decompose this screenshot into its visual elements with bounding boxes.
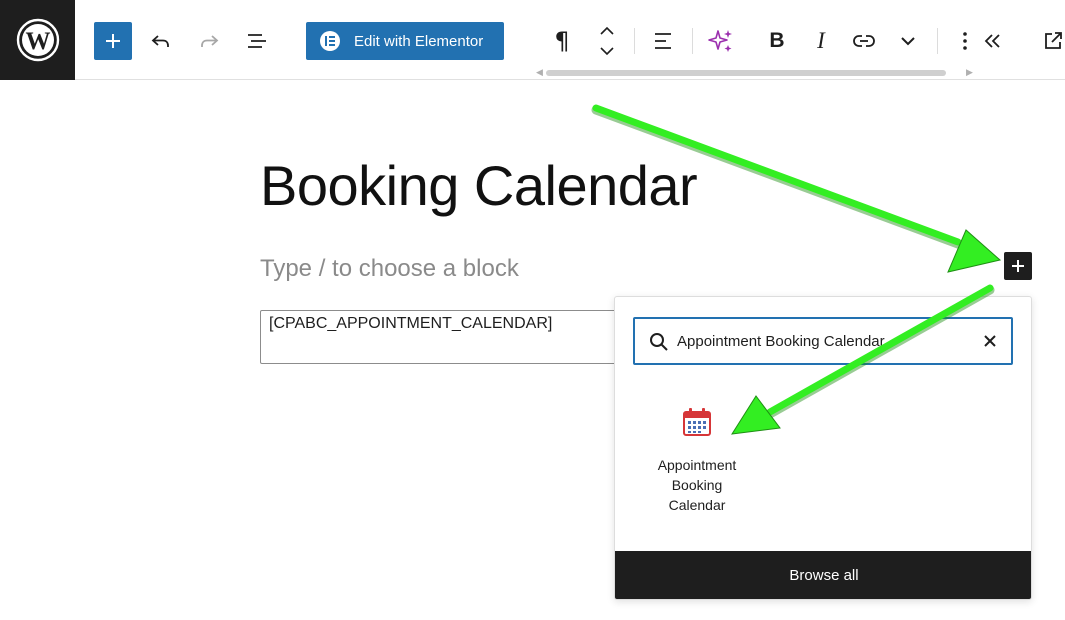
calendar-icon <box>683 408 711 436</box>
align-button[interactable] <box>644 22 682 60</box>
link-button[interactable] <box>845 22 883 60</box>
toolbar-scrollbar[interactable] <box>546 70 946 76</box>
undo-button[interactable] <box>142 22 180 60</box>
list-view-button[interactable] <box>238 22 276 60</box>
block-search-input[interactable] <box>677 319 967 363</box>
scroll-right-icon[interactable]: ▶ <box>966 68 973 78</box>
wordpress-logo[interactable]: W <box>0 0 75 80</box>
page-title[interactable]: Booking Calendar <box>260 153 698 218</box>
toolbar-divider <box>634 28 635 54</box>
bold-icon: B <box>769 29 785 52</box>
external-link-icon <box>1045 32 1062 49</box>
paragraph-icon: ¶ <box>554 27 570 55</box>
elementor-icon <box>320 31 340 51</box>
edit-with-elementor-label: Edit with Elementor <box>354 32 484 50</box>
toolbar-divider <box>937 28 938 54</box>
undo-icon <box>151 35 169 47</box>
close-icon[interactable] <box>981 332 999 350</box>
plus-icon <box>1012 260 1024 272</box>
block-search-field[interactable] <box>633 317 1013 365</box>
link-icon <box>853 35 875 47</box>
scroll-left-icon[interactable]: ◀ <box>536 68 543 78</box>
collapse-toolbar-button[interactable] <box>974 22 1012 60</box>
inline-inserter-button[interactable] <box>1004 252 1032 280</box>
block-inserter-button[interactable] <box>94 22 132 60</box>
ai-assistant-button[interactable] <box>702 22 740 60</box>
collapse-icon <box>984 34 1000 48</box>
list-view-icon <box>248 34 266 48</box>
block-inserter-popover: Appointment Booking Calendar Browse all <box>614 296 1032 600</box>
plus-icon <box>106 34 120 48</box>
toolbar-divider <box>692 28 693 54</box>
chevron-down-icon <box>901 37 915 46</box>
svg-text:W: W <box>25 28 50 55</box>
shortcode-block[interactable]: [CPABC_APPOINTMENT_CALENDAR] <box>260 310 620 364</box>
more-rich-text-button[interactable] <box>889 22 927 60</box>
redo-icon <box>201 35 219 47</box>
view-post-button[interactable] <box>1034 22 1065 60</box>
move-updown-icon <box>600 26 614 56</box>
edit-with-elementor-button[interactable]: Edit with Elementor <box>306 22 504 60</box>
block-result-label: Appointment Booking Calendar <box>657 457 737 513</box>
editor-toolbar: W Edit with Elementor ¶ B I ◀ ▶ <box>0 0 1065 80</box>
wordpress-icon: W <box>16 18 59 62</box>
bold-button[interactable]: B <box>758 22 796 60</box>
paragraph-block-button[interactable]: ¶ <box>543 22 581 60</box>
more-vertical-icon <box>963 32 967 50</box>
redo-button[interactable] <box>190 22 228 60</box>
block-result-appointment-booking-calendar[interactable]: Appointment Booking Calendar <box>645 405 749 521</box>
browse-all-button[interactable]: Browse all <box>615 551 1031 599</box>
move-block-button[interactable] <box>588 22 626 60</box>
align-icon <box>655 33 671 49</box>
ai-sparkle-icon <box>708 30 732 52</box>
search-icon <box>650 333 668 351</box>
italic-button[interactable]: I <box>802 22 840 60</box>
empty-block-placeholder[interactable]: Type / to choose a block <box>260 255 519 283</box>
italic-icon: I <box>817 28 825 53</box>
